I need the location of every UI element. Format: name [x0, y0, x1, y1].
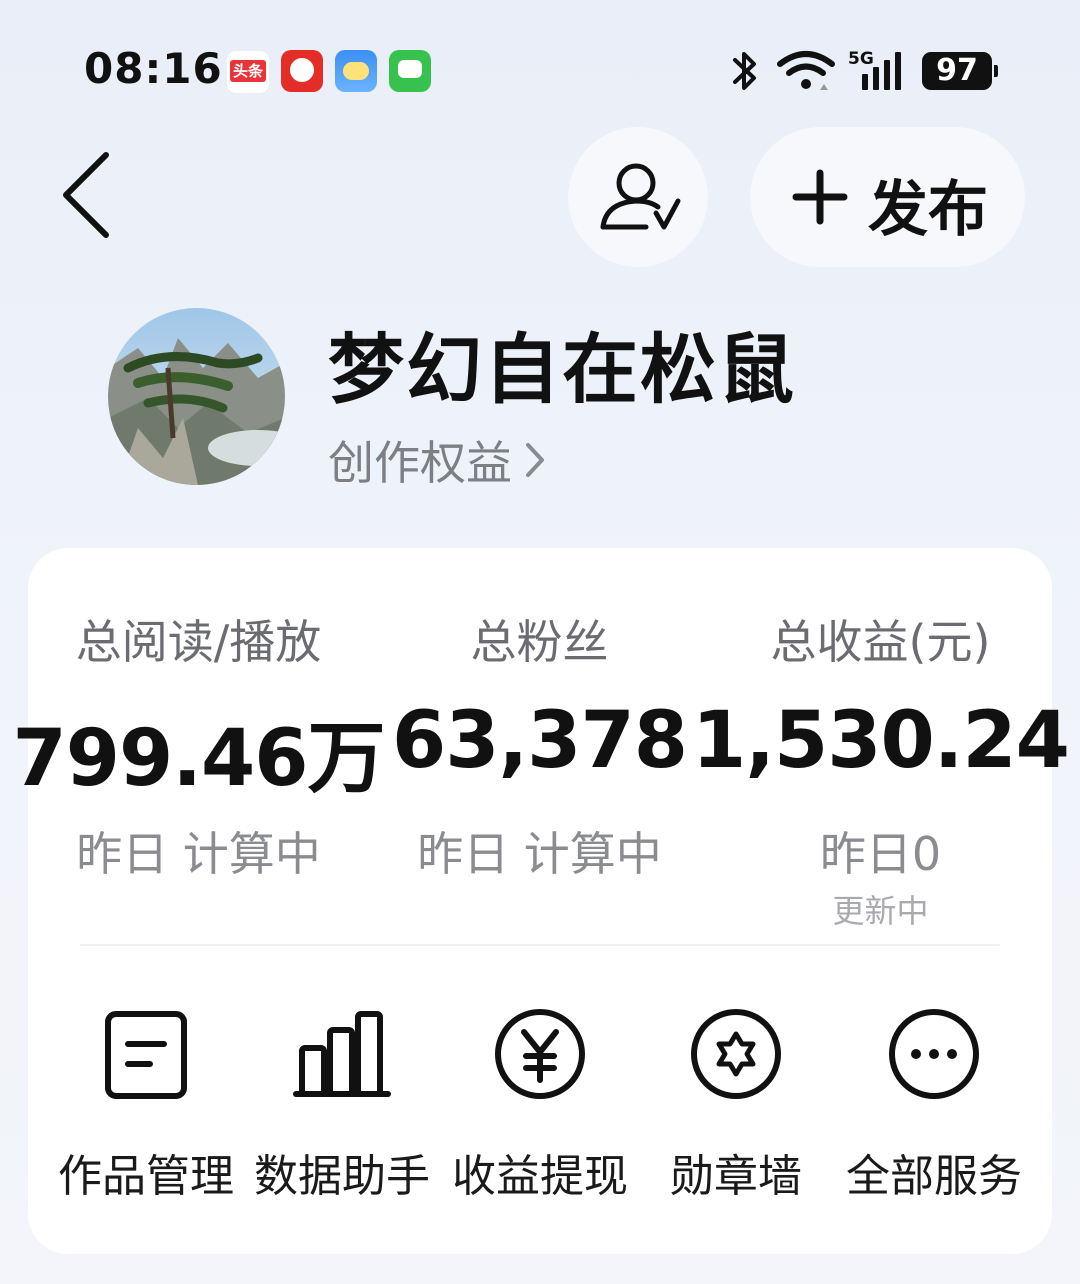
- creator-rights-link[interactable]: 创作权益: [328, 430, 546, 490]
- stat-value: 1,530.24: [692, 696, 1070, 786]
- service-label: 勋章墙: [670, 1151, 802, 1202]
- publish-button[interactable]: 发布: [750, 127, 1025, 267]
- stat-label: 总阅读/播放: [75, 615, 322, 669]
- stat-updating-note: 更新中: [832, 892, 929, 930]
- creator-rights-label: 创作权益: [328, 436, 512, 490]
- bluetooth-icon: [733, 52, 756, 90]
- user-check-icon: [600, 163, 681, 230]
- service-label: 全部服务: [846, 1151, 1022, 1202]
- stat-value: 799.46万: [12, 714, 386, 804]
- stat-yesterday: 昨日 计算中: [76, 827, 321, 881]
- stat-total-earnings[interactable]: 总收益(元) 1,530.24 昨日0 更新中: [692, 548, 1070, 948]
- network-label: 5G: [848, 49, 874, 69]
- divider: [80, 944, 1000, 946]
- stats-card: 总阅读/播放 799.46万 昨日 计算中 总粉丝 63,378 昨日 计算中 …: [13, 548, 1070, 1254]
- weather-app-icon: [335, 50, 377, 92]
- more-icon: [889, 1009, 979, 1099]
- bar-chart-icon: [293, 1011, 391, 1097]
- avatar-image: [108, 308, 285, 485]
- toutiao-app-icon: 头条: [226, 50, 270, 94]
- stat-value: 63,378: [392, 696, 688, 786]
- stat-yesterday: 昨日 计算中: [417, 827, 662, 881]
- chevron-right-icon: [526, 443, 544, 477]
- document-icon: [105, 1011, 187, 1099]
- service-label: 数据助手: [254, 1151, 430, 1202]
- stat-label: 总收益(元): [770, 615, 991, 669]
- follow-manage-button[interactable]: [568, 127, 708, 267]
- service-label: 收益提现: [452, 1151, 628, 1202]
- status-bar: 08:16 头条 5G 97: [0, 0, 1080, 130]
- stat-label: 总粉丝: [470, 615, 609, 669]
- battery-indicator: 97: [922, 52, 998, 90]
- stat-total-fans[interactable]: 总粉丝 63,378 昨日 计算中: [369, 548, 710, 948]
- yuan-icon: [495, 1009, 585, 1099]
- messages-app-icon: [389, 50, 431, 92]
- service-all-services[interactable]: 全部服务: [834, 1004, 1034, 1204]
- username: 梦幻自在松鼠: [328, 325, 796, 414]
- wifi-icon: [777, 51, 835, 90]
- publish-label: 发布: [868, 175, 988, 245]
- back-button[interactable]: [50, 145, 130, 245]
- stat-yesterday: 昨日0: [819, 827, 942, 881]
- service-label: 作品管理: [58, 1151, 234, 1202]
- medal-icon: [691, 1009, 781, 1099]
- avatar[interactable]: [108, 308, 285, 485]
- toutiao-app-label: 头条: [230, 60, 266, 82]
- jd-app-icon: [281, 50, 323, 92]
- chevron-left-icon: [63, 152, 109, 238]
- cellular-signal-icon: 5G: [848, 49, 901, 90]
- service-medal-wall[interactable]: 勋章墙: [636, 1004, 836, 1204]
- plus-icon: [792, 169, 848, 225]
- status-time: 08:16: [84, 44, 223, 93]
- service-data-assistant[interactable]: 数据助手: [242, 1004, 442, 1204]
- stat-total-reads[interactable]: 总阅读/播放 799.46万 昨日 计算中: [13, 548, 386, 948]
- service-works-management[interactable]: 作品管理: [46, 1004, 246, 1204]
- service-earnings-withdraw[interactable]: 收益提现: [440, 1004, 640, 1204]
